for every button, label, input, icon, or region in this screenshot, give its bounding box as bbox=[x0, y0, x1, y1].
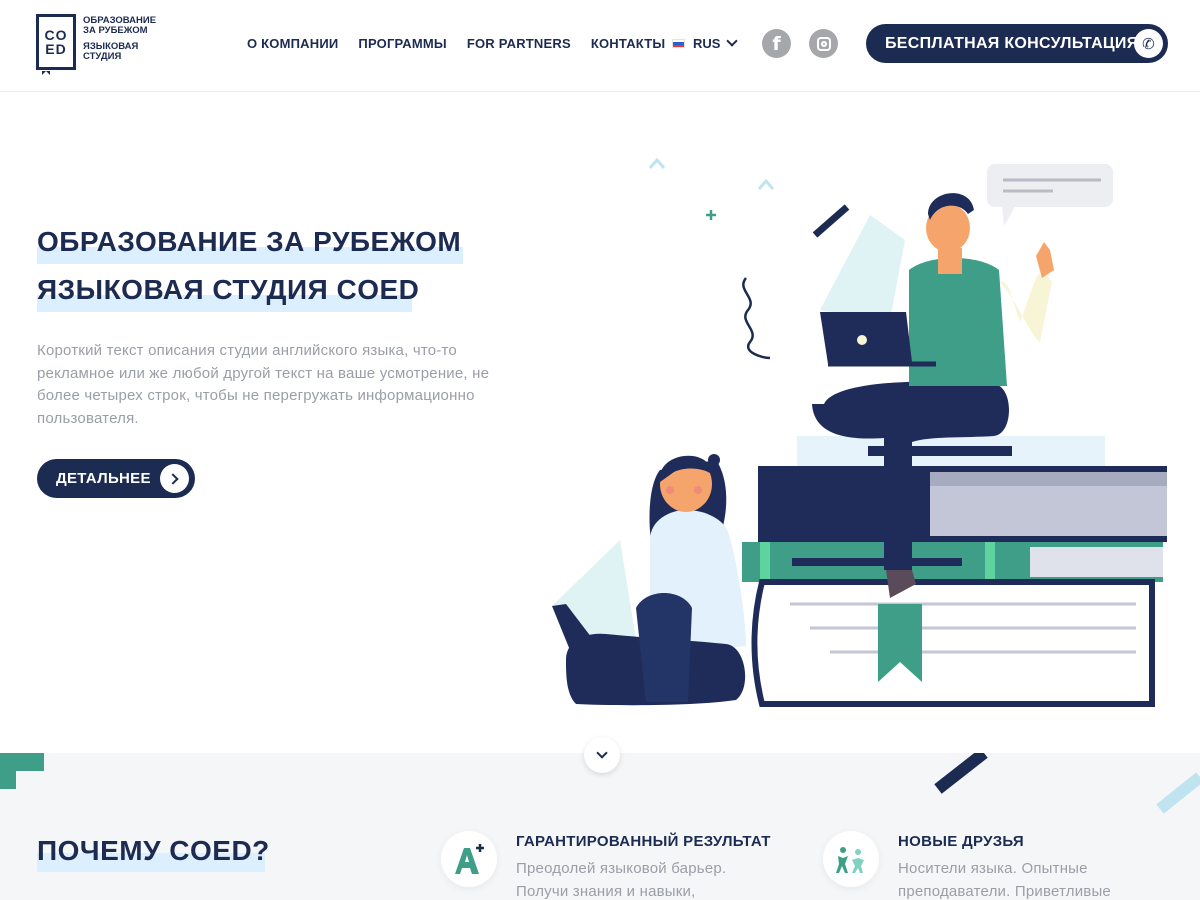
logo-mark: CO ED bbox=[36, 14, 76, 75]
site-header: CO ED ОБРАЗОВАНИЕ ЗА РУБЕЖОМ ЯЗЫКОВАЯ СТ… bbox=[0, 0, 1200, 92]
screen-glow bbox=[820, 215, 905, 320]
feature-guaranteed-result-title: ГАРАНТИРОВАННЫЙ РЕЗУЛЬТАТ bbox=[516, 833, 771, 850]
deco-squiggle bbox=[742, 277, 771, 360]
facebook-icon[interactable]: f bbox=[762, 29, 791, 58]
why-coed-title: ПОЧЕМУ COED? bbox=[37, 835, 270, 867]
free-consultation-button[interactable]: БЕСПЛАТНАЯ КОНСУЛЬТАЦИЯ ✆ bbox=[866, 24, 1168, 63]
feature-guaranteed-result-text-2: Получи знания и навыки, bbox=[516, 883, 696, 900]
feature-new-friends-text-1: Носители языка. Опытные bbox=[898, 860, 1088, 877]
facebook-glyph: f bbox=[772, 32, 781, 55]
hero-title-line-1-text: ОБРАЗОВАНИЕ ЗА РУБЕЖОМ bbox=[37, 226, 462, 257]
speech-bubble bbox=[987, 164, 1113, 207]
logo-line-2: ЗА РУБЕЖОМ bbox=[83, 25, 148, 36]
feature-new-friends-text-2: преподаватели. Приветливые bbox=[898, 883, 1111, 900]
chevron-down-icon bbox=[726, 35, 739, 47]
man-hand bbox=[1036, 242, 1054, 278]
coed-logo[interactable]: CO ED ОБРАЗОВАНИЕ ЗА РУБЕЖОМ ЯЗЫКОВАЯ СТ… bbox=[36, 14, 156, 75]
main-nav: О КОМПАНИИ ПРОГРАММЫ FOR PARTNERS КОНТАК… bbox=[247, 36, 685, 51]
hero-illustration bbox=[552, 157, 1167, 707]
feature-guaranteed-result-text-1: Преодолей языковой барьер. bbox=[516, 860, 727, 877]
why-coed-title-text: ПОЧЕМУ COED? bbox=[37, 835, 270, 866]
hero-description: Короткий текст описания студии английско… bbox=[37, 342, 490, 427]
phone-icon: ✆ bbox=[1134, 29, 1163, 58]
instagram-icon[interactable] bbox=[809, 29, 838, 58]
feature-new-friends-title: НОВЫЕ ДРУЗЬЯ bbox=[898, 833, 1025, 850]
nav-item-contacts[interactable]: КОНТАКТЫ bbox=[591, 36, 665, 51]
nav-item-about[interactable]: О КОМПАНИИ bbox=[247, 36, 338, 51]
logo-mark-bottom: ED bbox=[45, 41, 67, 57]
book-bottom bbox=[751, 579, 1155, 707]
language-label: RUS bbox=[693, 36, 721, 51]
chevron-down-icon bbox=[596, 747, 608, 759]
logo-line-4: СТУДИЯ bbox=[83, 51, 122, 62]
hero-title-line-2: ЯЗЫКОВАЯ СТУДИЯ COED bbox=[37, 274, 419, 306]
language-selector[interactable]: RUS bbox=[672, 35, 739, 51]
deco-plus bbox=[706, 210, 716, 220]
hero-title-line-2-text: ЯЗЫКОВАЯ СТУДИЯ COED bbox=[37, 274, 420, 305]
logo-text: ОБРАЗОВАНИЕ ЗА РУБЕЖОМ ЯЗЫКОВАЯ СТУДИЯ bbox=[83, 16, 156, 62]
free-consultation-label: БЕСПЛАТНАЯ КОНСУЛЬТАЦИЯ bbox=[885, 34, 1139, 52]
nav-item-programs[interactable]: ПРОГРАММЫ bbox=[358, 36, 446, 51]
deco-dash bbox=[812, 204, 850, 238]
scroll-down-button[interactable] bbox=[584, 737, 620, 773]
details-button-label: ДЕТАЛЬНЕЕ bbox=[56, 470, 151, 487]
friends-icon bbox=[823, 831, 879, 887]
bookmark-shape bbox=[42, 71, 50, 75]
deco-chevron-2 bbox=[757, 178, 775, 190]
nav-item-partners[interactable]: FOR PARTNERS bbox=[467, 36, 571, 51]
phone-glyph: ✆ bbox=[1142, 34, 1155, 53]
hero-title-line-1: ОБРАЗОВАНИЕ ЗА РУБЕЖОМ bbox=[37, 226, 461, 258]
chevron-right-icon bbox=[160, 464, 189, 493]
russia-flag-icon bbox=[672, 39, 685, 48]
grade-a-plus-icon bbox=[441, 831, 497, 887]
deco-chevron-1 bbox=[648, 157, 666, 169]
logo-mark-top: CO bbox=[44, 27, 68, 43]
instagram-camera-shape bbox=[816, 36, 831, 51]
details-button[interactable]: ДЕТАЛЬНЕЕ bbox=[37, 459, 195, 498]
man-torso bbox=[909, 258, 1007, 386]
